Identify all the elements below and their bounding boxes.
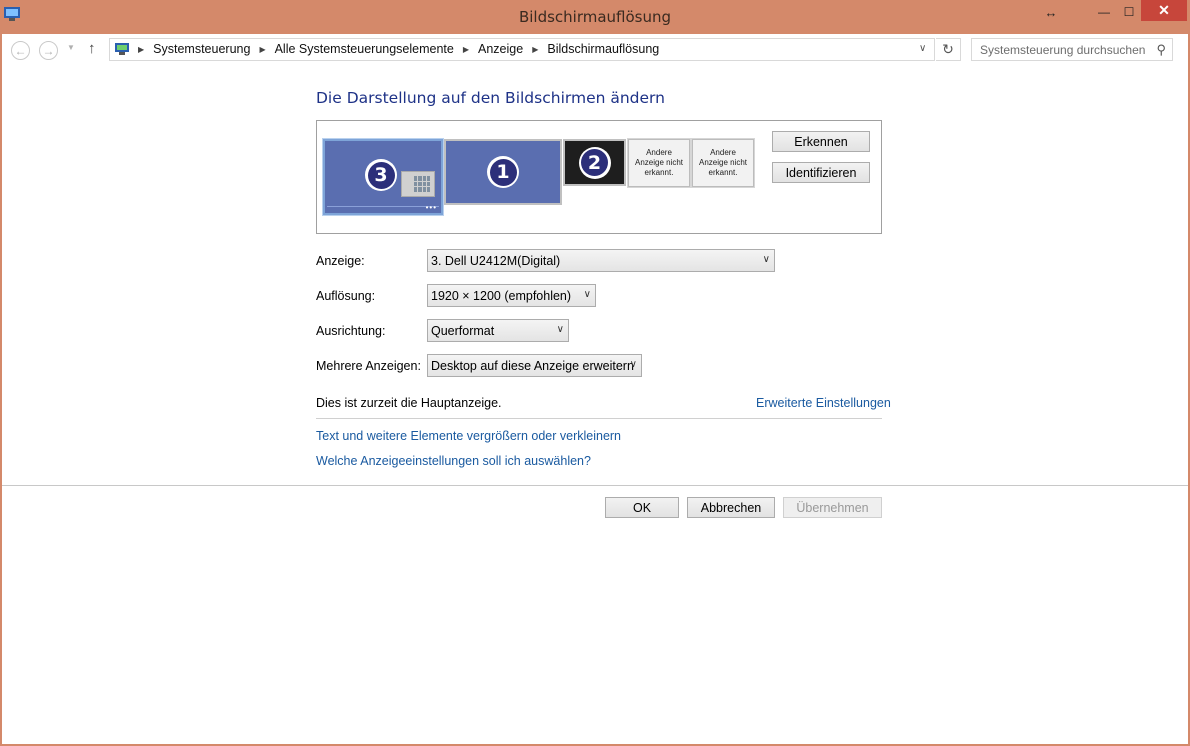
arrow-right-icon: → (42, 43, 55, 58)
chevron-right-icon[interactable]: ▶ (259, 45, 265, 54)
orientation-select-value: Querformat (431, 324, 495, 338)
search-placeholder: Systemsteuerung durchsuchen (980, 43, 1146, 57)
breadcrumb: ▶ Systemsteuerung ▶ Alle Systemsteuerung… (136, 42, 659, 56)
chevron-down-icon: ∨ (629, 359, 637, 370)
start-screen-icon (401, 171, 435, 197)
breadcrumb-item[interactable]: Bildschirmauflösung (547, 42, 659, 56)
back-button[interactable]: ← (11, 41, 30, 60)
chevron-right-icon: ▶ (138, 44, 145, 54)
breadcrumb-item[interactable]: Systemsteuerung (153, 42, 250, 56)
multiple-displays-select[interactable]: Desktop auf diese Anzeige erweitern ∨ (427, 354, 642, 377)
refresh-icon: ↻ (942, 41, 954, 57)
chevron-down-icon: ∨ (583, 289, 591, 300)
monitor-3[interactable]: 3 ••• (323, 139, 443, 215)
window-title: Bildschirmauflösung (518, 8, 672, 26)
monitor-number-badge: 1 (487, 156, 519, 188)
monitor-not-detected[interactable]: Andere Anzeige nicht erkannt. (691, 138, 755, 188)
identify-button[interactable]: Identifizieren (772, 162, 870, 183)
close-button[interactable]: ✕ (1141, 0, 1187, 21)
monitor-2[interactable]: 2 (563, 139, 626, 186)
monitor-number-badge: 3 (365, 159, 397, 191)
title-bar[interactable]: Bildschirmauflösung ↔ — ☐ ✕ (0, 0, 1190, 34)
ok-button[interactable]: OK (605, 497, 679, 518)
primary-display-status: Dies ist zurzeit die Hauptanzeige. (316, 396, 502, 410)
multiple-displays-label: Mehrere Anzeigen: (316, 359, 421, 373)
forward-button[interactable]: → (39, 41, 58, 60)
search-icon: ⚲ (1156, 42, 1166, 57)
chevron-right-icon[interactable]: ▶ (463, 45, 469, 54)
window: Bildschirmauflösung ↔ — ☐ ✕ ← → ▼ ↑ ▶ Sy… (0, 0, 1190, 746)
monitor-number: 3 (367, 161, 395, 189)
apply-button[interactable]: Übernehmen (783, 497, 882, 518)
address-bar[interactable]: ▶ Systemsteuerung ▶ Alle Systemsteuerung… (109, 38, 935, 61)
monitor-not-detected[interactable]: Andere Anzeige nicht erkannt. (627, 138, 691, 188)
resolution-label: Auflösung: (316, 289, 376, 303)
display-select-value: 3. Dell U2412M(Digital) (431, 254, 561, 268)
monitor-arrangement-panel: 3 ••• 1 2 Andere Anzeige nicht erkannt. … (316, 120, 882, 234)
cancel-button[interactable]: Abbrechen (687, 497, 775, 518)
refresh-button[interactable]: ↻ (936, 38, 961, 61)
monitor-number: 1 (489, 158, 517, 186)
monitor-number: 2 (581, 149, 608, 176)
breadcrumb-item[interactable]: Anzeige (478, 42, 523, 56)
divider (316, 418, 882, 419)
chevron-down-icon[interactable]: ∨ (919, 43, 926, 54)
orientation-select[interactable]: Querformat ∨ (427, 319, 569, 342)
client-area: ← → ▼ ↑ ▶ Systemsteuerung ▶ Alle Systems… (2, 34, 1188, 744)
taskbar-line (327, 206, 439, 207)
control-panel-icon (115, 43, 129, 55)
text-size-link[interactable]: Text und weitere Elemente vergrößern ode… (316, 429, 621, 443)
chevron-right-icon[interactable]: ▶ (532, 45, 538, 54)
breadcrumb-item[interactable]: Alle Systemsteuerungselemente (275, 42, 454, 56)
multiple-displays-select-value: Desktop auf diese Anzeige erweitern (431, 359, 634, 373)
orientation-label: Ausrichtung: (316, 324, 386, 338)
arrow-up-icon: ↑ (88, 40, 96, 57)
display-select[interactable]: 3. Dell U2412M(Digital) ∨ (427, 249, 775, 272)
arrow-left-icon: ← (14, 43, 27, 58)
chevron-down-icon: ∨ (556, 324, 564, 335)
recent-locations-chevron-icon[interactable]: ▼ (67, 43, 75, 52)
resolution-select[interactable]: 1920 × 1200 (empfohlen) ∨ (427, 284, 596, 307)
display-label: Anzeige: (316, 254, 365, 268)
resolution-select-value: 1920 × 1200 (empfohlen) (431, 289, 572, 303)
monitor-number-badge: 2 (578, 146, 611, 179)
monitor-1[interactable]: 1 (444, 139, 562, 205)
up-button[interactable]: ↑ (88, 40, 96, 57)
page-title: Die Darstellung auf den Bildschirmen änd… (316, 89, 665, 107)
display-settings-help-link[interactable]: Welche Anzeigeeinstellungen soll ich aus… (316, 454, 591, 468)
resize-icon[interactable]: ↔ (1040, 0, 1062, 24)
search-input[interactable]: Systemsteuerung durchsuchen ⚲ (971, 38, 1173, 61)
detect-button[interactable]: Erkennen (772, 131, 870, 152)
divider (2, 485, 1188, 486)
more-icon: ••• (425, 203, 437, 212)
chevron-down-icon: ∨ (762, 254, 770, 265)
advanced-settings-link[interactable]: Erweiterte Einstellungen (756, 396, 891, 410)
